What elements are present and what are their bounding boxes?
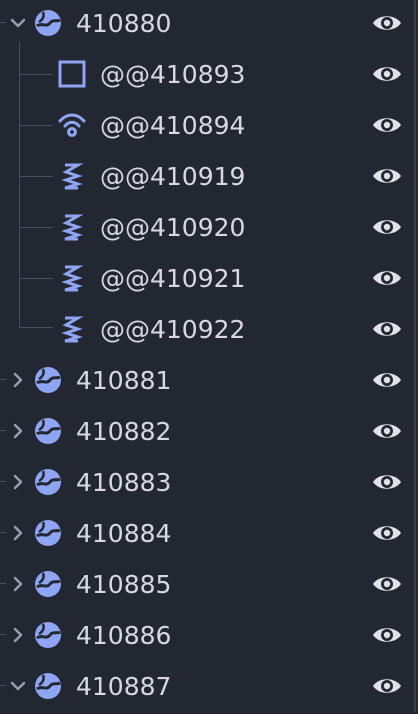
signal-icon [58, 113, 86, 137]
tree-row-410881[interactable]: 410881 [0, 357, 418, 408]
visibility-eye-icon[interactable] [371, 266, 403, 290]
tree-row-410883[interactable]: 410883 [0, 459, 418, 510]
node-label: 410886 [76, 621, 172, 650]
tree-row-410919[interactable]: @@410919 [0, 153, 418, 204]
chevron-right-icon[interactable] [8, 370, 28, 390]
globe-icon [35, 571, 61, 597]
tree-row-410886[interactable]: 410886 [0, 612, 418, 663]
square-icon [58, 60, 86, 88]
node-label: 410881 [76, 366, 172, 395]
tree-row-410894[interactable]: @@410894 [0, 102, 418, 153]
spring-icon [61, 316, 84, 343]
visibility-eye-icon[interactable] [371, 674, 403, 698]
globe-icon [35, 520, 61, 546]
spring-icon [61, 163, 84, 190]
node-label: 410880 [76, 9, 172, 38]
visibility-eye-icon[interactable] [371, 215, 403, 239]
tree-row-410884[interactable]: 410884 [0, 510, 418, 561]
visibility-eye-icon[interactable] [371, 368, 403, 392]
visibility-eye-icon[interactable] [371, 572, 403, 596]
visibility-eye-icon[interactable] [371, 62, 403, 86]
node-label: @@410893 [100, 60, 246, 89]
visibility-eye-icon[interactable] [371, 113, 403, 137]
chevron-right-icon[interactable] [8, 574, 28, 594]
scrollbar-track[interactable] [414, 0, 416, 712]
visibility-eye-icon[interactable] [371, 164, 403, 188]
tree-row-410882[interactable]: 410882 [0, 408, 418, 459]
node-label: 410883 [76, 468, 172, 497]
node-label: @@410920 [100, 213, 246, 242]
chevron-down-icon[interactable] [8, 676, 28, 696]
node-label: @@410921 [100, 264, 246, 293]
node-label: 410882 [76, 417, 172, 446]
visibility-eye-icon[interactable] [371, 470, 403, 494]
node-label: 410884 [76, 519, 172, 548]
visibility-eye-icon[interactable] [371, 317, 403, 341]
scene-tree: 410880 @@410893 @@410894 @@410919 @@4109… [0, 0, 418, 712]
globe-icon [35, 367, 61, 393]
node-label: 410885 [76, 570, 172, 599]
globe-icon [35, 469, 61, 495]
chevron-right-icon[interactable] [8, 421, 28, 441]
globe-icon [35, 622, 61, 648]
globe-icon [35, 673, 61, 699]
spring-icon [61, 214, 84, 241]
tree-row-410920[interactable]: @@410920 [0, 204, 418, 255]
node-label: @@410922 [100, 315, 246, 344]
visibility-eye-icon[interactable] [371, 521, 403, 545]
chevron-down-icon[interactable] [8, 13, 28, 33]
spring-icon [61, 265, 84, 292]
node-label: @@410894 [100, 111, 246, 140]
visibility-eye-icon[interactable] [371, 419, 403, 443]
tree-row-410893[interactable]: @@410893 [0, 51, 418, 102]
globe-icon [35, 418, 61, 444]
visibility-eye-icon[interactable] [371, 623, 403, 647]
node-label: 410887 [76, 672, 172, 701]
node-label: @@410919 [100, 162, 246, 191]
tree-row-410921[interactable]: @@410921 [0, 255, 418, 306]
globe-icon [35, 10, 61, 36]
tree-row-410887[interactable]: 410887 [0, 663, 418, 714]
chevron-right-icon[interactable] [8, 625, 28, 645]
chevron-right-icon[interactable] [8, 523, 28, 543]
tree-row-410922[interactable]: @@410922 [0, 306, 418, 357]
tree-row-410885[interactable]: 410885 [0, 561, 418, 612]
chevron-right-icon[interactable] [8, 472, 28, 492]
visibility-eye-icon[interactable] [371, 11, 403, 35]
tree-row-410880[interactable]: 410880 [0, 0, 418, 51]
